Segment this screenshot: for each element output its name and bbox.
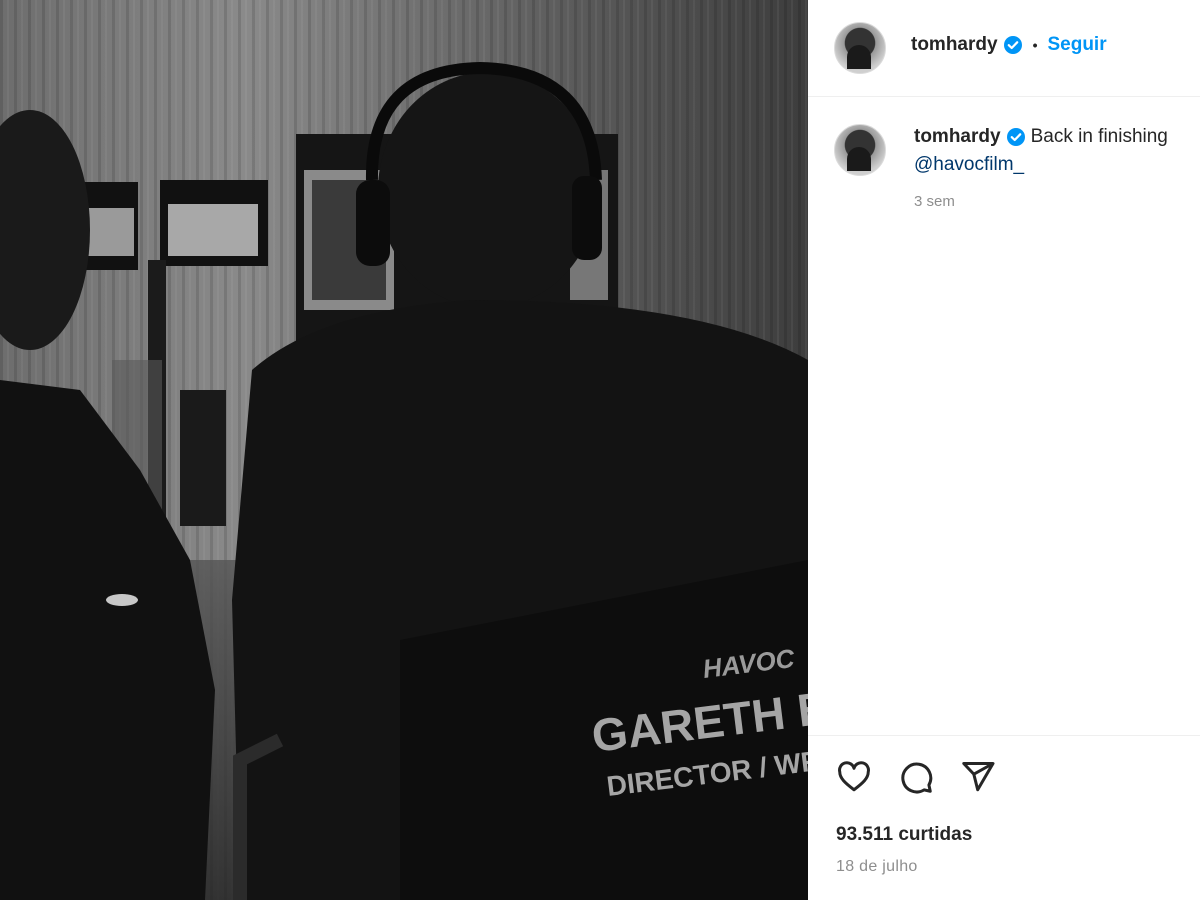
caption-avatar[interactable] xyxy=(834,124,886,176)
post-actions xyxy=(834,757,998,797)
caption-line: tomhardy Back in finishing xyxy=(914,126,1168,148)
author-avatar[interactable] xyxy=(834,22,886,74)
header-user-row: tomhardy • Seguir xyxy=(911,34,1107,56)
caption-username[interactable]: tomhardy xyxy=(914,126,1001,148)
follow-button[interactable]: Seguir xyxy=(1047,34,1106,56)
caption-timestamp[interactable]: 3 sem xyxy=(914,193,955,210)
like-button[interactable] xyxy=(834,757,874,797)
verified-badge-icon xyxy=(1006,127,1026,147)
share-button[interactable] xyxy=(958,757,998,797)
author-username[interactable]: tomhardy xyxy=(911,34,998,56)
comment-button[interactable] xyxy=(896,757,936,797)
heart-icon xyxy=(838,761,870,792)
header-separator: • xyxy=(1032,37,1038,53)
post-header: tomhardy • Seguir xyxy=(808,0,1200,97)
actions-divider xyxy=(808,735,1200,736)
send-icon xyxy=(962,762,995,792)
post-image[interactable]: HAVOC GARETH EV DIRECTOR / WR xyxy=(0,0,808,900)
verified-badge-icon xyxy=(1003,35,1023,55)
comment-icon xyxy=(901,762,933,794)
post-date[interactable]: 18 de julho xyxy=(836,858,918,876)
post-sidebar: tomhardy • Seguir tomhardy Back in finis… xyxy=(808,0,1200,900)
caption-text: Back in finishing xyxy=(1030,126,1168,147)
caption-mention-link[interactable]: @havocfilm_ xyxy=(914,154,1024,176)
likes-count[interactable]: 93.511 curtidas xyxy=(836,824,972,846)
